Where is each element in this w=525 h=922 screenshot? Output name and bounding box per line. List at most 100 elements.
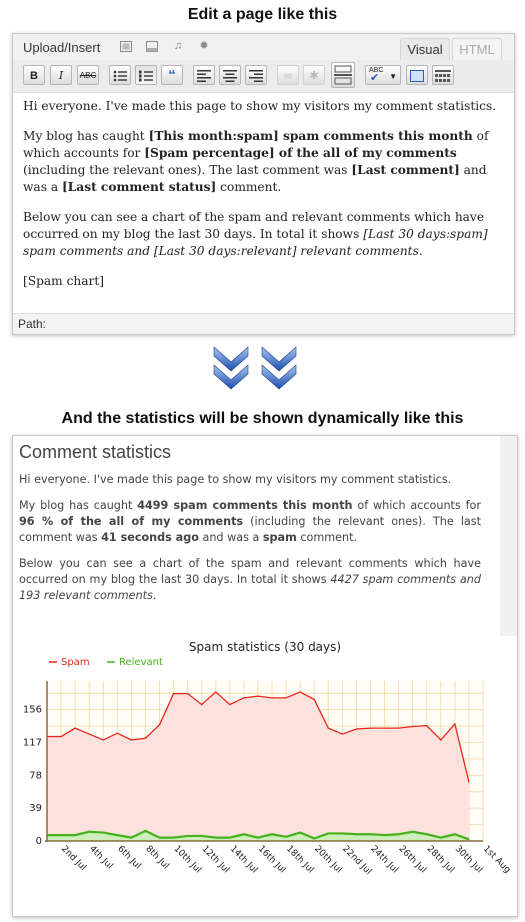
chevron-down-icon: ▼ bbox=[389, 72, 397, 81]
spam-point bbox=[215, 691, 217, 693]
legend-label-spam: Spam bbox=[61, 657, 90, 668]
relevant-point bbox=[285, 836, 287, 838]
editor-header: Upload/Insert ♫ ✹ Visual HTML bbox=[13, 34, 514, 61]
x-tick-label: 14th Jul bbox=[228, 844, 259, 875]
editor-content-area[interactable]: Hi everyone. I've made this page to show… bbox=[23, 98, 507, 303]
x-tick-label: 30th Jul bbox=[453, 844, 484, 875]
tab-visual[interactable]: Visual bbox=[400, 38, 450, 61]
text: My blog has caught bbox=[23, 129, 149, 143]
editor-paragraph: Hi everyone. I've made this page to show… bbox=[23, 99, 497, 113]
x-tick-label: 22nd Jul bbox=[340, 844, 373, 877]
y-tick-label: 117 bbox=[23, 737, 42, 748]
bullet-list-button[interactable] bbox=[109, 65, 131, 85]
relevant-point bbox=[130, 837, 132, 839]
fullscreen-button[interactable] bbox=[406, 65, 428, 85]
x-tick-label: 18th Jul bbox=[284, 844, 315, 875]
placeholder-tag: [Last comment] bbox=[351, 163, 460, 177]
relevant-point bbox=[158, 837, 161, 839]
blockquote-button[interactable]: “ bbox=[161, 65, 183, 85]
relevant-point bbox=[229, 837, 231, 839]
spam-point bbox=[60, 735, 62, 738]
add-audio-icon[interactable]: ♫ bbox=[172, 41, 184, 52]
spam-point bbox=[229, 703, 231, 706]
relevant-point bbox=[60, 834, 62, 836]
spam-point bbox=[341, 733, 343, 735]
tab-html[interactable]: HTML bbox=[452, 38, 502, 61]
x-tick-label: 16th Jul bbox=[256, 844, 287, 875]
spam-point bbox=[383, 727, 386, 729]
rendered-page: Comment statistics Hi everyone. I've mad… bbox=[12, 435, 518, 917]
align-right-button[interactable] bbox=[245, 65, 267, 85]
relevant-point bbox=[341, 832, 343, 835]
more-tag-button[interactable] bbox=[331, 62, 355, 88]
insert-link-button[interactable]: ∞ bbox=[277, 65, 299, 85]
spam-point bbox=[88, 733, 90, 735]
relevant-point bbox=[144, 830, 147, 832]
kitchen-sink-button[interactable] bbox=[432, 65, 454, 85]
align-left-button[interactable] bbox=[193, 65, 215, 85]
relevant-point bbox=[116, 834, 118, 836]
spam-point bbox=[369, 727, 372, 729]
add-video-icon[interactable] bbox=[146, 41, 158, 52]
spam-point bbox=[313, 698, 315, 701]
bottom-heading: And the statistics will be shown dynamic… bbox=[61, 410, 464, 427]
placeholder-tag: [This month:spam] spam comments this mon… bbox=[148, 129, 473, 143]
x-tick-label: 1st Aug bbox=[481, 844, 512, 875]
spam-point bbox=[257, 695, 259, 697]
x-tick-label: 4th Jul bbox=[87, 844, 114, 871]
spam-point bbox=[172, 693, 175, 695]
relevant-point bbox=[398, 833, 400, 835]
add-image-icon[interactable] bbox=[120, 41, 132, 52]
x-tick-label: 24th Jul bbox=[368, 844, 399, 875]
bullet-list-icon bbox=[113, 70, 127, 82]
spam-point bbox=[158, 724, 161, 726]
relevant-point bbox=[215, 837, 217, 839]
spellcheck-button[interactable]: ABC ✔ ▼ bbox=[365, 65, 401, 85]
relevant-point bbox=[383, 834, 386, 836]
align-center-button[interactable] bbox=[219, 65, 241, 85]
relevant-point bbox=[426, 833, 428, 835]
link-icon: ∞ bbox=[284, 70, 292, 82]
upload-insert-label: Upload/Insert bbox=[23, 40, 101, 55]
relevant-point bbox=[299, 831, 301, 834]
y-tick-label: 0 bbox=[36, 836, 42, 847]
spam-point bbox=[468, 781, 470, 783]
italic-button[interactable]: I bbox=[50, 65, 72, 85]
editor-toolbar: B I ABC “ ∞ ✱ ABC ✔ ▼ bbox=[13, 60, 514, 93]
x-tick-label: 6th Jul bbox=[115, 844, 142, 871]
relevant-point bbox=[187, 835, 189, 837]
y-tick-label: 78 bbox=[29, 770, 42, 781]
quote-icon: “ bbox=[168, 67, 176, 84]
spam-point bbox=[454, 723, 456, 725]
x-tick-label: 26th Jul bbox=[396, 844, 427, 875]
unlink-button[interactable]: ✱ bbox=[303, 65, 325, 85]
relevant-point bbox=[412, 831, 414, 833]
spam-point bbox=[74, 727, 76, 729]
text: . bbox=[418, 244, 423, 258]
checkmark-icon: ✔ bbox=[370, 72, 380, 84]
editor-paragraph: Below you can see a chart of the spam an… bbox=[23, 209, 507, 260]
kitchen-sink-icon bbox=[435, 70, 451, 82]
y-tick-label: 156 bbox=[23, 705, 42, 716]
align-left-icon bbox=[197, 70, 211, 82]
relevant-point bbox=[454, 833, 456, 835]
editor-paragraph: My blog has caught [This month:spam] spa… bbox=[23, 128, 507, 196]
numbered-list-button[interactable] bbox=[135, 65, 157, 85]
relevant-point bbox=[74, 834, 76, 836]
spam-point bbox=[355, 728, 358, 730]
bold-button[interactable]: B bbox=[23, 65, 45, 85]
spam-point bbox=[201, 703, 203, 706]
placeholder-tag: [Spam percentage] of the all of my comme… bbox=[144, 146, 457, 160]
text: (including the relevant ones). The last … bbox=[23, 163, 352, 177]
add-media-icon[interactable]: ✹ bbox=[198, 41, 210, 52]
align-right-icon bbox=[249, 70, 263, 82]
x-tick-label: 2nd Jul bbox=[59, 844, 88, 873]
legend-label-relevant: Relevant bbox=[119, 657, 163, 668]
spam-point bbox=[243, 697, 245, 699]
spam-point bbox=[271, 697, 273, 699]
relevant-point bbox=[327, 832, 329, 835]
editor-paragraph: [Spam chart] bbox=[23, 274, 105, 288]
spam-chart: 039781171562nd Jul 4th Jul 6th Jul 8th Jul 1… bbox=[23, 657, 512, 877]
spam-point bbox=[299, 691, 301, 693]
strikethrough-button[interactable]: ABC bbox=[77, 65, 99, 85]
